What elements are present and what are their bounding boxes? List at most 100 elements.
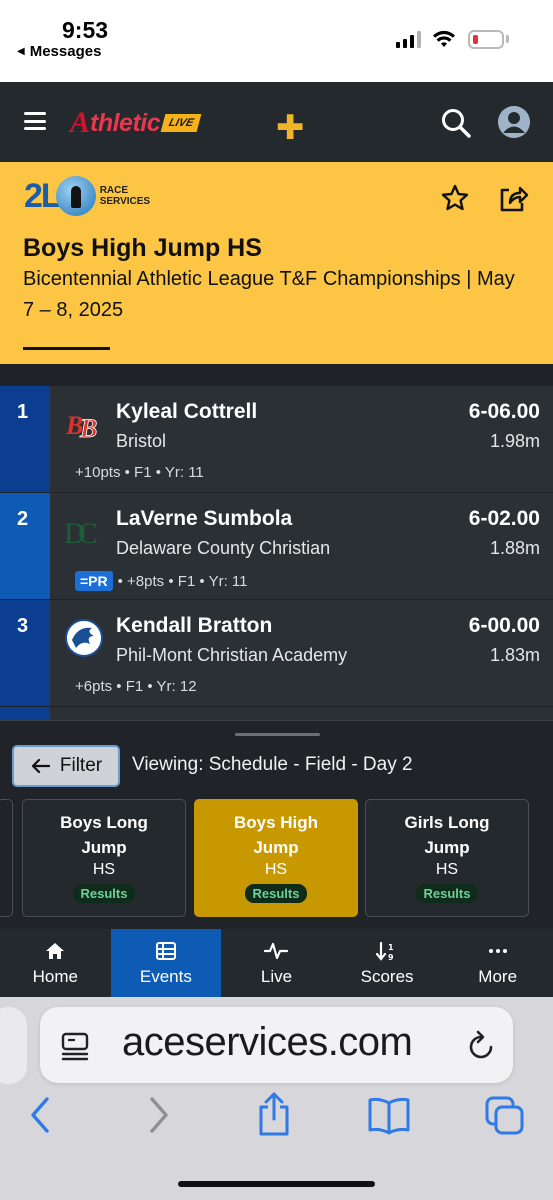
place-number: 1	[17, 401, 29, 423]
filter-label: Filter	[59, 755, 103, 776]
svg-text:B: B	[79, 414, 97, 443]
forward-chevron-icon[interactable]	[147, 1095, 171, 1135]
nav-label: Events	[139, 966, 192, 986]
svg-text:1: 1	[388, 943, 394, 952]
result-row[interactable]: 3 Kendall Bratton Phil-Mont Christian Ac…	[0, 600, 553, 707]
pulse-icon	[264, 940, 289, 962]
mark-metric: 1.88m	[489, 538, 540, 558]
cellular-signal-icon	[396, 31, 421, 48]
nav-more[interactable]: More	[442, 929, 553, 997]
athlete-name: Kyleal Cottrell	[116, 400, 258, 423]
chip-name: Boys High Jump	[195, 810, 357, 860]
app-header: A thletic LIVE ✚	[0, 82, 553, 162]
race-logo-words: RACE SERVICES	[100, 185, 150, 207]
results-list: 1 B B Kyleal Cottrell Bristol 6-06.00 1.…	[0, 386, 553, 721]
race-logo-line2: SERVICES	[99, 196, 151, 207]
back-to-messages[interactable]: ◀ Messages	[17, 43, 101, 60]
mark-imperial: 6-06.00	[468, 400, 540, 423]
athlete-name: Kendall Bratton	[116, 614, 273, 637]
battery-tip	[506, 35, 509, 43]
nav-scores[interactable]: 19 Scores	[332, 929, 443, 997]
place-number: 3	[17, 615, 29, 637]
results-badge: Results	[415, 884, 479, 903]
brand-text: thletic	[90, 108, 161, 137]
eagle-logo-icon	[65, 619, 103, 657]
meet-name-dates: Bicentennial Athletic League T&F Champio…	[23, 268, 515, 321]
events-list-icon	[155, 940, 176, 962]
nav-label: Scores	[360, 966, 414, 986]
more-dots-icon	[488, 940, 508, 962]
school-name: Bristol	[116, 431, 167, 451]
reload-icon[interactable]	[466, 1029, 496, 1061]
ios-status-bar: 9:53 ◀ Messages	[0, 0, 553, 82]
filter-button[interactable]: Filter	[12, 745, 120, 787]
chip-name-line1: Boys Long	[60, 813, 148, 832]
chip-name: Girls Long Jump	[366, 810, 528, 860]
svg-text:9: 9	[388, 953, 394, 961]
event-chip-girls-long-jump[interactable]: Girls Long Jump HS Results	[365, 799, 529, 917]
brand-live-badge: LIVE	[160, 114, 203, 132]
plus-logo-icon[interactable]: ✚	[276, 108, 305, 148]
search-icon[interactable]	[440, 107, 472, 139]
bottom-tab-bar: Home Events Live 19 Scores More	[0, 929, 553, 997]
url-text: aceservices.com	[122, 1020, 413, 1064]
event-title: Boys High Jump HS	[23, 234, 262, 262]
mark-metric: 1.98m	[489, 431, 540, 451]
back-chevron-icon[interactable]	[28, 1095, 52, 1135]
event-chip-boys-long-jump[interactable]: Boys Long Jump HS Results	[22, 799, 186, 917]
result-row[interactable]: 2 D C LaVerne Sumbola Delaware County Ch…	[0, 493, 553, 600]
results-badge: Results	[72, 884, 136, 903]
event-chip-boys-high-jump[interactable]: Boys High Jump HS Results	[194, 799, 358, 917]
event-chip-row: Boys Long Jump HS Results Boys High Jump…	[0, 799, 553, 919]
tab-underline	[23, 347, 110, 350]
mark-metric: 1.83m	[489, 645, 540, 665]
favorite-star-icon[interactable]	[440, 183, 470, 213]
place-column: 3	[0, 600, 50, 706]
place-column: 1	[0, 386, 50, 492]
chip-division: HS	[92, 861, 116, 878]
chip-name-line1: Boys High	[233, 813, 319, 832]
pr-badge: =PR	[75, 571, 113, 591]
user-account-icon[interactable]	[498, 106, 530, 138]
chip-name-line2: Jump	[424, 838, 470, 857]
chip-name-line2: Jump	[81, 838, 127, 857]
back-triangle-icon: ◀	[17, 46, 25, 57]
school-name: Phil-Mont Christian Academy	[116, 645, 348, 665]
result-row[interactable]: 1 B B Kyleal Cottrell Bristol 6-06.00 1.…	[0, 386, 553, 493]
event-filter-sheet: Filter Viewing: Schedule - Field - Day 2…	[0, 720, 553, 930]
back-label: Messages	[29, 43, 102, 60]
sort-scores-icon: 19	[376, 940, 398, 962]
battery-icon	[468, 30, 504, 49]
chip-name: Boys Long Jump	[23, 810, 185, 860]
brand-initial: A	[70, 106, 91, 139]
home-indicator	[178, 1181, 375, 1187]
nav-label: Home	[32, 966, 78, 986]
nav-home[interactable]: Home	[0, 929, 111, 997]
result-meta: =PR • +8pts • F1 • Yr: 11	[75, 571, 247, 591]
reader-mode-icon[interactable]	[60, 1031, 90, 1061]
sheet-grabber-handle[interactable]	[235, 733, 320, 736]
chip-name-line1: Girls Long	[404, 813, 490, 832]
hamburger-menu-icon[interactable]	[24, 112, 46, 130]
share-icon[interactable]	[496, 181, 530, 215]
place-column	[0, 707, 50, 721]
nav-events[interactable]: Events	[110, 929, 222, 997]
event-chip-partial[interactable]	[0, 799, 13, 917]
bookmarks-book-icon[interactable]	[367, 1095, 411, 1135]
athletic-live-logo[interactable]: A thletic LIVE	[70, 106, 203, 140]
arrow-left-icon	[31, 758, 50, 774]
safari-toolbar: aceservices.com	[0, 997, 553, 1200]
share-sheet-icon[interactable]	[256, 1091, 292, 1137]
mark-imperial: 6-00.00	[468, 614, 540, 637]
tabs-icon[interactable]	[484, 1095, 526, 1137]
race-logo-line1: RACE	[99, 185, 129, 196]
address-bar[interactable]: aceservices.com	[40, 1007, 513, 1083]
meta-text: +6pts • F1 • Yr: 12	[75, 678, 197, 695]
home-icon	[45, 940, 65, 962]
globe-runner-icon	[55, 176, 96, 216]
results-badge: Results	[244, 884, 308, 903]
previous-tab-peek[interactable]	[0, 1007, 27, 1084]
nav-live[interactable]: Live	[221, 929, 332, 997]
place-number: 2	[17, 508, 29, 530]
meta-text: • +8pts • F1 • Yr: 11	[117, 572, 248, 590]
